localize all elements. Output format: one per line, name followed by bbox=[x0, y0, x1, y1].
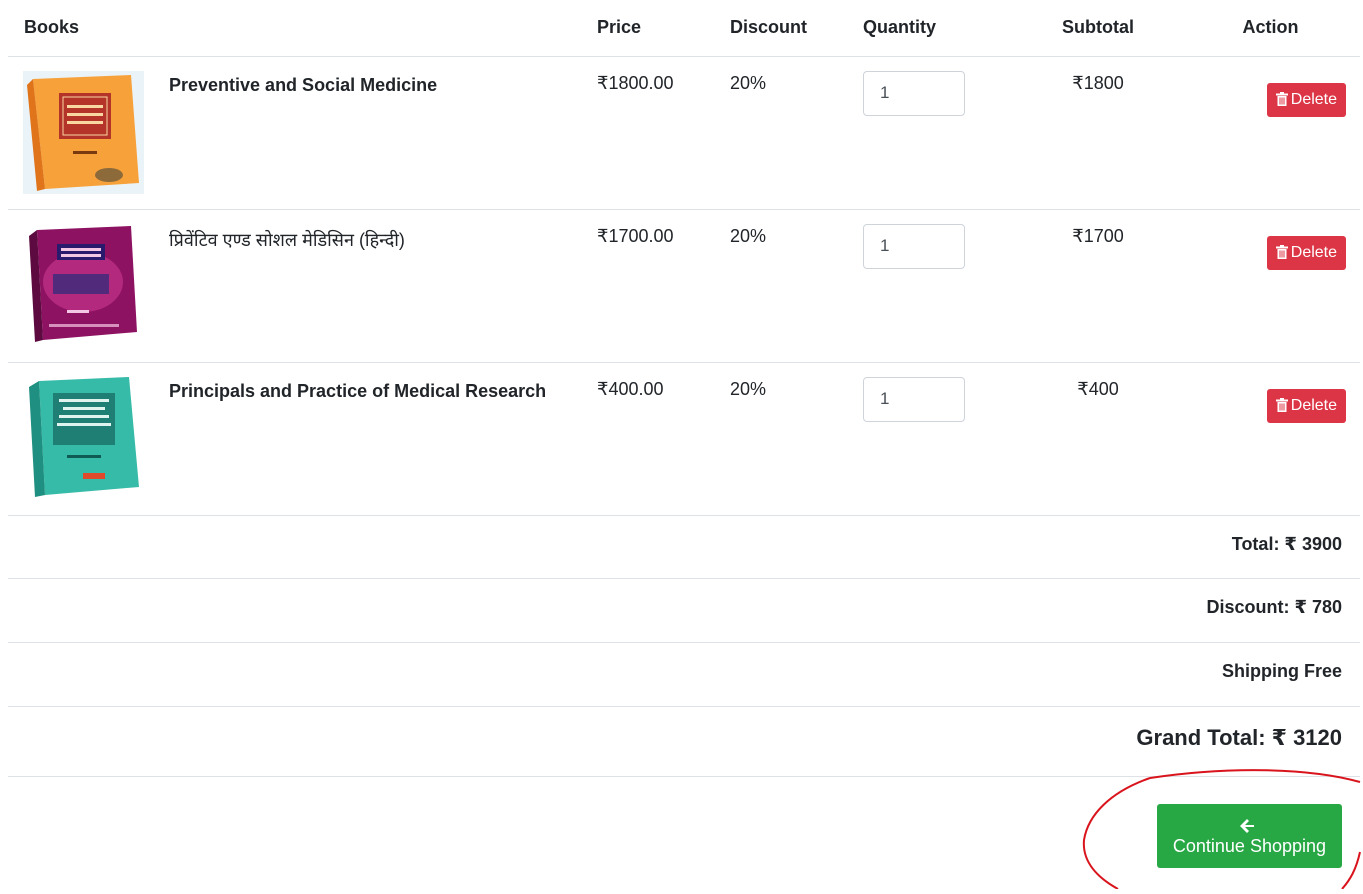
quantity-cell bbox=[847, 361, 1016, 515]
subtotal-cell: ₹1800 bbox=[1015, 55, 1182, 209]
trash-icon bbox=[1275, 397, 1288, 412]
discount-cell: 20% bbox=[714, 55, 848, 209]
delete-label: Delete bbox=[1290, 243, 1338, 261]
summary-row-actions: Continue Shopping bbox=[8, 775, 1361, 894]
quantity-input[interactable] bbox=[863, 223, 966, 269]
quantity-cell bbox=[847, 208, 1016, 362]
book-title[interactable]: Principals and Practice of Medical Resea… bbox=[169, 381, 565, 402]
grand-total-amount: Grand Total: ₹ 3120 bbox=[1136, 724, 1343, 750]
header-discount: Discount bbox=[714, 0, 848, 57]
header-quantity: Quantity bbox=[847, 0, 1016, 57]
delete-button[interactable]: Delete bbox=[1266, 82, 1347, 117]
book-cover-image[interactable] bbox=[23, 70, 144, 194]
price-cell: ₹400.00 bbox=[581, 361, 715, 515]
book-cover-cell bbox=[8, 361, 153, 515]
price-cell: ₹1800.00 bbox=[581, 55, 715, 209]
action-cell: Delete bbox=[1181, 55, 1361, 209]
book-title-cell: Principals and Practice of Medical Resea… bbox=[153, 361, 582, 515]
action-cell: Delete bbox=[1181, 208, 1361, 362]
cart-table: Books Price Discount Quantity Subtotal A… bbox=[8, 0, 1361, 894]
book-cover-image[interactable] bbox=[23, 376, 144, 500]
cart-summary: Total: ₹ 3900 Discount: ₹ 780 Shipping F… bbox=[8, 514, 1361, 894]
price-cell: ₹1700.00 bbox=[581, 208, 715, 362]
summary-row-discount: Discount: ₹ 780 bbox=[8, 577, 1361, 642]
table-row: प्रिवेंटिव एण्ड सोशल मेडिसिन (हिन्दी) ₹1… bbox=[8, 208, 1361, 362]
book-title-cell: Preventive and Social Medicine bbox=[153, 55, 582, 209]
header-subtotal: Subtotal bbox=[1015, 0, 1182, 57]
arrow-left-icon bbox=[1240, 818, 1255, 833]
table-row: Preventive and Social Medicine ₹1800.00 … bbox=[8, 55, 1361, 209]
table-header-row: Books Price Discount Quantity Subtotal A… bbox=[8, 0, 1361, 57]
trash-icon bbox=[1275, 91, 1288, 106]
quantity-input[interactable] bbox=[863, 70, 966, 116]
book-title[interactable]: प्रिवेंटिव एण्ड सोशल मेडिसिन (हिन्दी) bbox=[169, 228, 565, 252]
summary-row-total: Total: ₹ 3900 bbox=[8, 514, 1361, 578]
book-cover-cell bbox=[8, 208, 153, 362]
subtotal-cell: ₹400 bbox=[1015, 361, 1182, 515]
delete-button[interactable]: Delete bbox=[1266, 235, 1347, 270]
book-cover-image[interactable] bbox=[23, 223, 144, 347]
continue-shopping-button[interactable]: Continue Shopping bbox=[1156, 803, 1343, 868]
shipping-status: Shipping Free bbox=[1222, 660, 1343, 681]
quantity-cell bbox=[847, 55, 1016, 209]
summary-row-shipping: Shipping Free bbox=[8, 641, 1361, 706]
book-title-cell: प्रिवेंटिव एण्ड सोशल मेडिसिन (हिन्दी) bbox=[153, 208, 582, 362]
discount-amount: Discount: ₹ 780 bbox=[1206, 596, 1343, 617]
delete-button[interactable]: Delete bbox=[1266, 388, 1347, 423]
continue-shopping-label: Continue Shopping bbox=[1172, 835, 1327, 856]
subtotal-cell: ₹1700 bbox=[1015, 208, 1182, 362]
trash-icon bbox=[1275, 244, 1288, 259]
book-title[interactable]: Preventive and Social Medicine bbox=[169, 75, 565, 96]
quantity-input[interactable] bbox=[863, 376, 966, 422]
book-cover-cell bbox=[8, 55, 153, 209]
header-price: Price bbox=[581, 0, 715, 57]
delete-label: Delete bbox=[1290, 396, 1338, 414]
table-row: Principals and Practice of Medical Resea… bbox=[8, 361, 1361, 515]
discount-cell: 20% bbox=[714, 361, 848, 515]
discount-cell: 20% bbox=[714, 208, 848, 362]
header-books: Books bbox=[8, 0, 582, 57]
action-cell: Delete bbox=[1181, 361, 1361, 515]
total-amount: Total: ₹ 3900 bbox=[1231, 533, 1343, 554]
summary-row-grand-total: Grand Total: ₹ 3120 bbox=[8, 705, 1361, 776]
delete-label: Delete bbox=[1290, 90, 1338, 108]
header-action: Action bbox=[1181, 0, 1361, 57]
